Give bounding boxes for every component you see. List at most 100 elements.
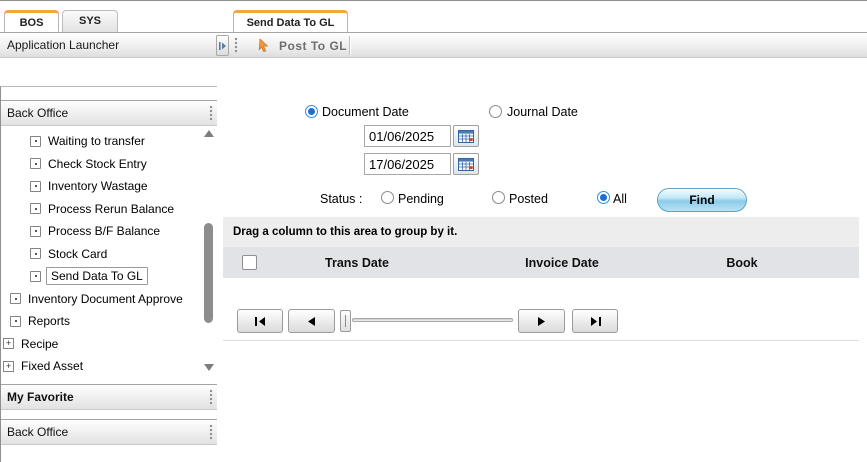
item-label: Process Rerun Balance <box>48 202 174 216</box>
to-date-field <box>364 153 480 176</box>
status-label: Status : <box>320 192 362 206</box>
collapse-sidebar-button[interactable] <box>216 35 229 56</box>
post-to-gl-label: Post To GL <box>279 39 347 53</box>
sidebar-item-recipe[interactable]: Recipe <box>1 333 217 356</box>
radio-document-date-label: Document Date <box>322 105 409 119</box>
item-bullet-icon <box>30 203 41 214</box>
to-date-input[interactable] <box>364 153 451 175</box>
last-page-icon <box>590 317 601 326</box>
item-label: Inventory Wastage <box>48 179 148 193</box>
collapse-arrow-icon <box>219 42 226 50</box>
radio-posted-label: Posted <box>509 192 548 206</box>
tab-send-data-to-gl[interactable]: Send Data To GL <box>233 10 348 32</box>
column-header-invoice-date[interactable]: Invoice Date <box>447 256 677 270</box>
sidebar-group-back-office[interactable]: Back Office <box>1 100 217 126</box>
next-page-button[interactable] <box>518 309 565 333</box>
item-bullet-icon <box>30 248 41 259</box>
select-all-checkbox[interactable] <box>242 255 257 270</box>
group-grip-handle[interactable] <box>209 105 213 122</box>
item-bullet-icon <box>30 181 41 192</box>
radio-document-date[interactable] <box>305 105 318 118</box>
sidebar-menu: Waiting to transfer Check Stock Entry In… <box>1 127 217 384</box>
group-by-drop-zone[interactable]: Drag a column to this area to group by i… <box>223 217 859 247</box>
application-window: BOS SYS Send Data To GL Application Laun… <box>0 0 867 462</box>
application-launcher-header: Application Launcher <box>0 34 215 57</box>
first-page-button[interactable] <box>237 309 283 333</box>
results-grid: Drag a column to this area to group by i… <box>223 217 859 341</box>
scroll-down-icon[interactable] <box>204 364 214 371</box>
radio-all-label: All <box>613 192 627 206</box>
sidebar-item-process-bf-balance[interactable]: Process B/F Balance <box>1 220 217 243</box>
item-bullet-icon <box>30 136 41 147</box>
sidebar-item-stock-card[interactable]: Stock Card <box>1 243 217 266</box>
scroll-up-icon[interactable] <box>204 130 214 137</box>
sidebar-group-back-office-bottom[interactable]: Back Office <box>1 419 217 445</box>
toolbar-separator <box>349 36 350 55</box>
column-header-trans-date[interactable]: Trans Date <box>267 256 447 270</box>
toolbar-grip-handle[interactable] <box>234 37 238 54</box>
radio-all[interactable] <box>597 191 610 204</box>
item-bullet-icon <box>30 271 41 282</box>
radio-pending[interactable] <box>381 191 394 204</box>
item-bullet-icon <box>30 158 41 169</box>
sidebar: Back Office Waiting to transfer Check St… <box>0 86 217 462</box>
item-label: Stock Card <box>48 247 107 261</box>
tab-bos[interactable]: BOS <box>4 10 59 32</box>
item-bullet-icon <box>10 293 21 304</box>
calendar-icon <box>458 129 474 143</box>
column-header-book[interactable]: Book <box>677 256 807 270</box>
tab-sys[interactable]: SYS <box>62 10 118 32</box>
last-page-button[interactable] <box>572 309 618 333</box>
previous-page-icon <box>308 317 315 326</box>
group-label: Back Office <box>7 425 68 439</box>
toolbar: Application Launcher Post To GL <box>0 34 867 58</box>
radio-pending-label: Pending <box>398 192 444 206</box>
from-date-calendar-button[interactable] <box>453 125 479 147</box>
sidebar-item-inventory-document-approve[interactable]: Inventory Document Approve <box>1 288 217 311</box>
post-to-gl-button[interactable]: Post To GL <box>246 34 357 57</box>
sidebar-item-check-stock-entry[interactable]: Check Stock Entry <box>1 153 217 176</box>
item-label: Check Stock Entry <box>48 157 147 171</box>
item-label: Send Data To GL <box>46 267 148 285</box>
expand-plus-icon[interactable] <box>3 361 14 372</box>
next-page-icon <box>538 317 545 326</box>
from-date-input[interactable] <box>364 125 451 147</box>
tab-strip: BOS SYS Send Data To GL <box>0 1 867 33</box>
radio-journal-date-label: Journal Date <box>507 105 578 119</box>
to-date-calendar-button[interactable] <box>453 153 479 175</box>
group-label: My Favorite <box>7 390 74 404</box>
item-label: Process B/F Balance <box>48 224 160 238</box>
from-date-field <box>364 125 480 148</box>
item-label: Fixed Asset <box>21 359 83 373</box>
item-label: Inventory Document Approve <box>28 292 183 306</box>
hand-pointer-icon <box>256 38 272 54</box>
grid-pager <box>223 305 859 340</box>
grid-body-empty <box>223 278 859 305</box>
find-button[interactable]: Find <box>657 188 747 212</box>
sidebar-item-process-rerun-balance[interactable]: Process Rerun Balance <box>1 198 217 221</box>
item-label: Recipe <box>21 337 58 351</box>
group-grip-handle[interactable] <box>209 424 213 441</box>
sidebar-item-waiting-to-transfer[interactable]: Waiting to transfer <box>1 130 217 153</box>
item-bullet-icon <box>30 226 41 237</box>
item-bullet-icon <box>10 316 21 327</box>
pager-slider-track[interactable] <box>352 318 513 322</box>
expand-plus-icon[interactable] <box>3 338 14 349</box>
sidebar-item-fixed-asset[interactable]: Fixed Asset <box>1 355 217 378</box>
sidebar-item-send-data-to-gl[interactable]: Send Data To GL <box>1 265 217 288</box>
sidebar-item-inventory-wastage[interactable]: Inventory Wastage <box>1 175 217 198</box>
sidebar-group-my-favorite[interactable]: My Favorite <box>1 384 217 410</box>
item-label: Reports <box>28 314 70 328</box>
group-grip-handle[interactable] <box>209 389 213 406</box>
calendar-icon <box>458 157 474 171</box>
group-label: Back Office <box>7 106 68 120</box>
pager-slider-thumb[interactable] <box>340 310 351 332</box>
grid-header-row: Trans Date Invoice Date Book <box>223 247 859 278</box>
radio-journal-date[interactable] <box>489 105 502 118</box>
sidebar-scrollbar[interactable] <box>202 127 216 384</box>
radio-posted[interactable] <box>492 191 505 204</box>
previous-page-button[interactable] <box>288 309 335 333</box>
select-all-cell <box>223 255 267 270</box>
scrollbar-thumb[interactable] <box>204 223 213 323</box>
sidebar-item-reports[interactable]: Reports <box>1 310 217 333</box>
